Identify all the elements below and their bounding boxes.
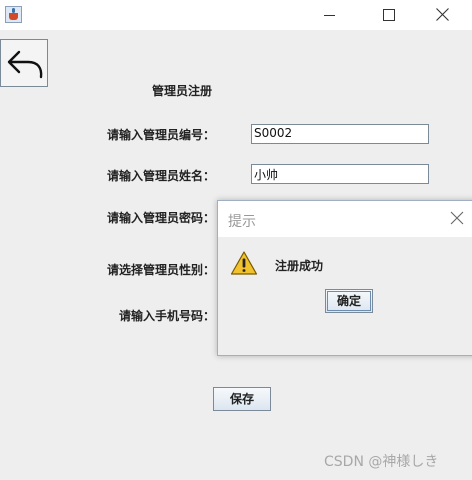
dialog-titlebar: 提示 <box>218 201 472 237</box>
page-title: 管理员注册 <box>152 84 213 98</box>
close-icon <box>436 8 449 21</box>
close-button[interactable] <box>420 0 466 30</box>
warning-icon <box>230 251 258 275</box>
minimize-icon <box>324 15 335 16</box>
maximize-icon <box>383 9 395 21</box>
admin-id-label: 请输入管理员编号： <box>107 128 216 142</box>
phone-number-label: 请输入手机号码： <box>119 309 216 323</box>
dialog-title: 提示 <box>228 214 256 230</box>
admin-name-field[interactable]: 小帅 <box>251 164 429 184</box>
dialog-message: 注册成功 <box>275 259 324 273</box>
java-cup-shape <box>9 13 18 20</box>
dialog-close-icon[interactable] <box>450 211 464 225</box>
admin-name-label: 请输入管理员姓名： <box>107 169 216 183</box>
maximize-button[interactable] <box>366 0 412 30</box>
back-button[interactable] <box>0 39 48 87</box>
save-button[interactable]: 保存 <box>213 387 271 411</box>
ok-button[interactable]: 确定 <box>325 289 373 313</box>
window-titlebar <box>0 0 472 30</box>
minimize-button[interactable] <box>310 0 356 30</box>
admin-password-label: 请输入管理员密码： <box>107 211 216 225</box>
admin-id-field[interactable]: S0002 <box>251 124 429 144</box>
watermark: CSDN @神様しき <box>324 454 439 470</box>
message-dialog: 提示 注册成功 确定 <box>217 200 472 356</box>
admin-gender-label: 请选择管理员性别： <box>107 263 216 277</box>
java-app-icon <box>5 6 22 23</box>
back-arrow-icon <box>7 50 43 79</box>
